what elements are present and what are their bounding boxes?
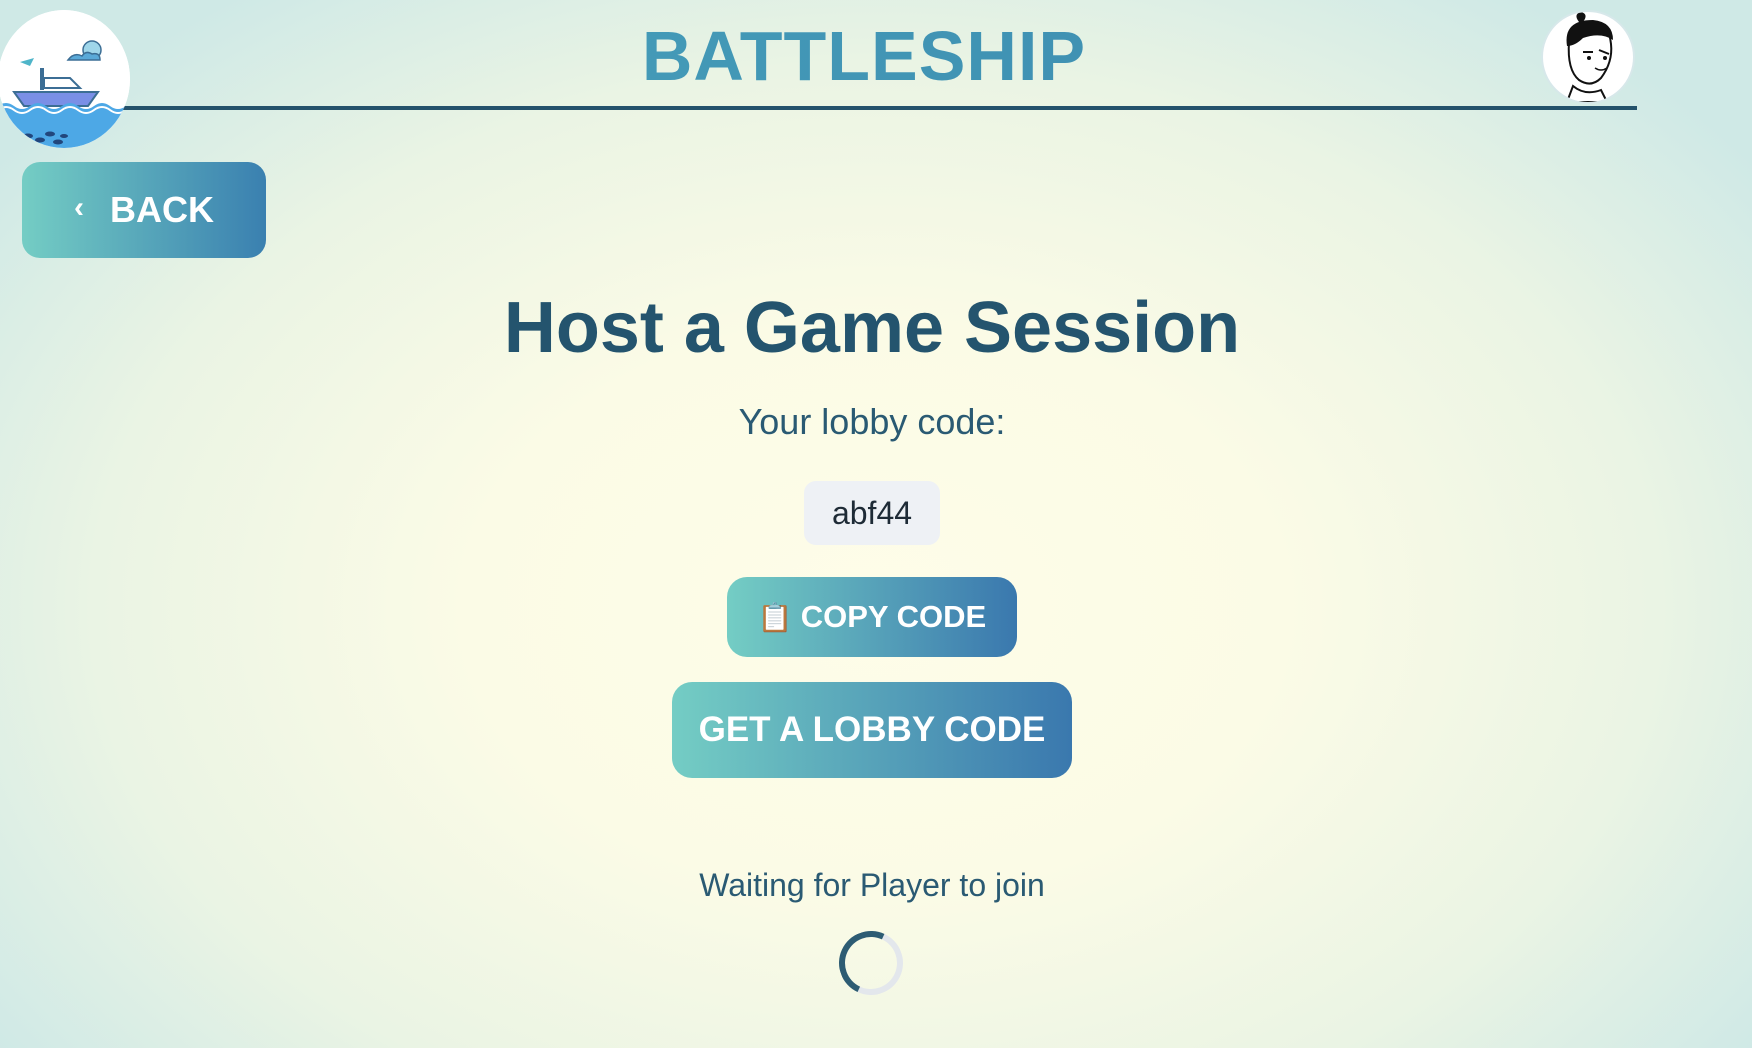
back-button[interactable]: ‹ BACK xyxy=(22,162,266,258)
app-title: BATTLESHIP xyxy=(0,16,1728,96)
loading-spinner-icon xyxy=(829,921,913,1005)
lobby-code-label: Your lobby code: xyxy=(738,401,1006,442)
clipboard-icon: 📋 xyxy=(757,601,793,633)
boat-logo-icon[interactable] xyxy=(0,10,130,148)
boat-logo-svg xyxy=(0,10,130,148)
lobby-code-value: abf44 xyxy=(804,481,940,545)
page-title: Host a Game Session xyxy=(503,288,1241,368)
copy-code-button[interactable]: 📋 COPY CODE xyxy=(727,577,1017,657)
get-lobby-code-button[interactable]: GET A LOBBY CODE xyxy=(672,682,1072,778)
copy-code-label: COPY CODE xyxy=(800,599,987,634)
get-lobby-code-label: GET A LOBBY CODE xyxy=(698,710,1046,749)
back-button-label: BACK xyxy=(110,189,214,230)
waiting-status-text: Waiting for Player to join xyxy=(699,867,1045,903)
chevron-left-icon: ‹ xyxy=(74,191,84,224)
user-avatar-icon[interactable] xyxy=(1541,10,1635,104)
header-divider xyxy=(110,106,1637,110)
avatar-face-svg xyxy=(1565,12,1613,102)
